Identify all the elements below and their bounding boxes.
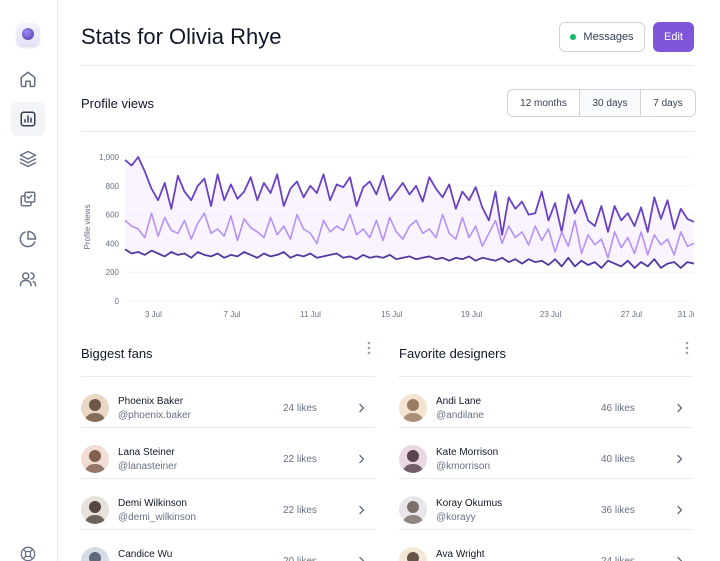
person-name: Lana Steiner [118, 447, 175, 458]
y-tick-label: 600 [106, 211, 120, 220]
avatar [81, 445, 109, 473]
person-handle: @phoenix.baker [118, 410, 191, 421]
person-handle: @kmorrison [436, 461, 491, 472]
layers-icon [19, 150, 37, 168]
avatar [81, 547, 109, 561]
x-tick-label: 11 Jul [300, 310, 321, 319]
chevron-right-icon[interactable] [357, 556, 367, 561]
home-icon [20, 71, 36, 88]
person-handle: @lanasteiner [118, 461, 178, 472]
chevron-right-icon[interactable] [675, 556, 685, 561]
bar-chart-icon [20, 111, 36, 127]
life-buoy-icon[interactable] [20, 546, 36, 561]
chevron-right-icon[interactable] [675, 403, 685, 413]
check-squares-icon [20, 191, 36, 207]
app-window: Stats for Olivia Rhye Messages Edit Prof… [0, 0, 720, 561]
favorite-designers-title: Favorite designers [399, 346, 506, 361]
y-tick-label: 400 [106, 239, 120, 248]
logo[interactable] [16, 23, 40, 47]
header-divider [81, 65, 694, 66]
person-name: Koray Okumus [436, 498, 503, 509]
person-name: Phoenix Baker [118, 396, 184, 407]
y-axis-label: Profile views [83, 205, 92, 250]
users-icon [19, 272, 37, 287]
y-tick-label: 0 [115, 297, 120, 306]
x-tick-label: 3 Jul [145, 310, 162, 319]
page-title: Stats for Olivia Rhye [81, 24, 282, 49]
nav-tasks[interactable] [11, 182, 45, 216]
person-name: Ava Wright [436, 549, 485, 560]
likes-count: 46 likes [601, 403, 635, 414]
y-tick-label: 200 [106, 268, 120, 277]
range-7-days[interactable]: 7 days [641, 90, 695, 116]
messages-button-label: Messages [583, 31, 634, 43]
y-tick-label: 1,000 [99, 153, 120, 162]
avatar [81, 394, 109, 422]
chevron-right-icon[interactable] [357, 505, 367, 515]
nav-layers[interactable] [11, 142, 45, 176]
person-name: Kate Morrison [436, 447, 499, 458]
more-vertical-icon[interactable] [363, 340, 375, 356]
likes-count: 24 likes [601, 556, 635, 561]
person-handle: @korayy [436, 512, 476, 523]
profile-views-title: Profile views [81, 96, 154, 111]
chart-top-divider [81, 131, 694, 132]
avatar [399, 394, 427, 422]
chevron-right-icon[interactable] [357, 454, 367, 464]
likes-count: 36 likes [601, 505, 635, 516]
avatar [399, 445, 427, 473]
person-handle: @demi_wilkinson [118, 512, 196, 523]
list-item[interactable]: Koray Okumus @korayy 36 likes [399, 478, 693, 529]
range-30-days[interactable]: 30 days [580, 90, 641, 116]
area-fill [125, 157, 694, 268]
profile-views-chart: 0 200 400 600 800 1,000 3 Jul 7 Jul 11 Jul 15 Ju… [83, 153, 694, 319]
chevron-right-icon[interactable] [675, 505, 685, 515]
avatar [399, 547, 427, 561]
edit-button[interactable]: Edit [653, 22, 694, 52]
chevron-right-icon[interactable] [675, 454, 685, 464]
more-vertical-icon[interactable] [681, 340, 693, 356]
y-tick-label: 800 [106, 182, 120, 191]
x-tick-label: 27 Jul [621, 310, 643, 319]
person-name: Candice Wu [118, 549, 173, 560]
likes-count: 22 likes [283, 454, 317, 465]
x-tick-label: 7 Jul [224, 310, 241, 319]
online-status-dot [570, 34, 577, 40]
nav-users[interactable] [11, 262, 45, 296]
nav-home[interactable] [11, 62, 45, 96]
x-tick-label: 15 Jul [381, 310, 403, 319]
list-item[interactable]: Demi Wilkinson @demi_wilkinson 22 likes [81, 478, 375, 529]
list-item[interactable]: Ava Wright 24 likes [399, 529, 693, 561]
avatar [81, 496, 109, 524]
likes-count: 40 likes [601, 454, 635, 465]
range-toggle: 12 months 30 days 7 days [507, 89, 696, 117]
list-item[interactable]: Lana Steiner @lanasteiner 22 likes [81, 427, 375, 478]
sidebar [0, 0, 58, 561]
likes-count: 24 likes [283, 403, 317, 414]
list-item[interactable]: Kate Morrison @kmorrison 40 likes [399, 427, 693, 478]
x-tick-label: 31 Jul [678, 310, 694, 319]
range-12-months[interactable]: 12 months [508, 90, 580, 116]
person-handle: @andilane [436, 410, 484, 421]
nav-reports[interactable] [11, 222, 45, 256]
person-name: Demi Wilkinson [118, 498, 187, 509]
x-tick-label: 23 Jul [540, 310, 562, 319]
likes-count: 20 likes [283, 556, 317, 561]
person-name: Andi Lane [436, 396, 482, 407]
pie-chart-icon [19, 230, 37, 248]
chevron-right-icon[interactable] [357, 403, 367, 413]
biggest-fans-title: Biggest fans [81, 346, 153, 361]
messages-button[interactable]: Messages [559, 22, 645, 52]
likes-count: 22 likes [283, 505, 317, 516]
avatar [399, 496, 427, 524]
list-item[interactable]: Andi Lane @andilane 46 likes [399, 376, 693, 427]
x-tick-label: 19 Jul [461, 310, 483, 319]
list-item[interactable]: Phoenix Baker @phoenix.baker 24 likes [81, 376, 375, 427]
list-item[interactable]: Candice Wu 20 likes [81, 529, 375, 561]
nav-stats[interactable] [11, 102, 45, 136]
